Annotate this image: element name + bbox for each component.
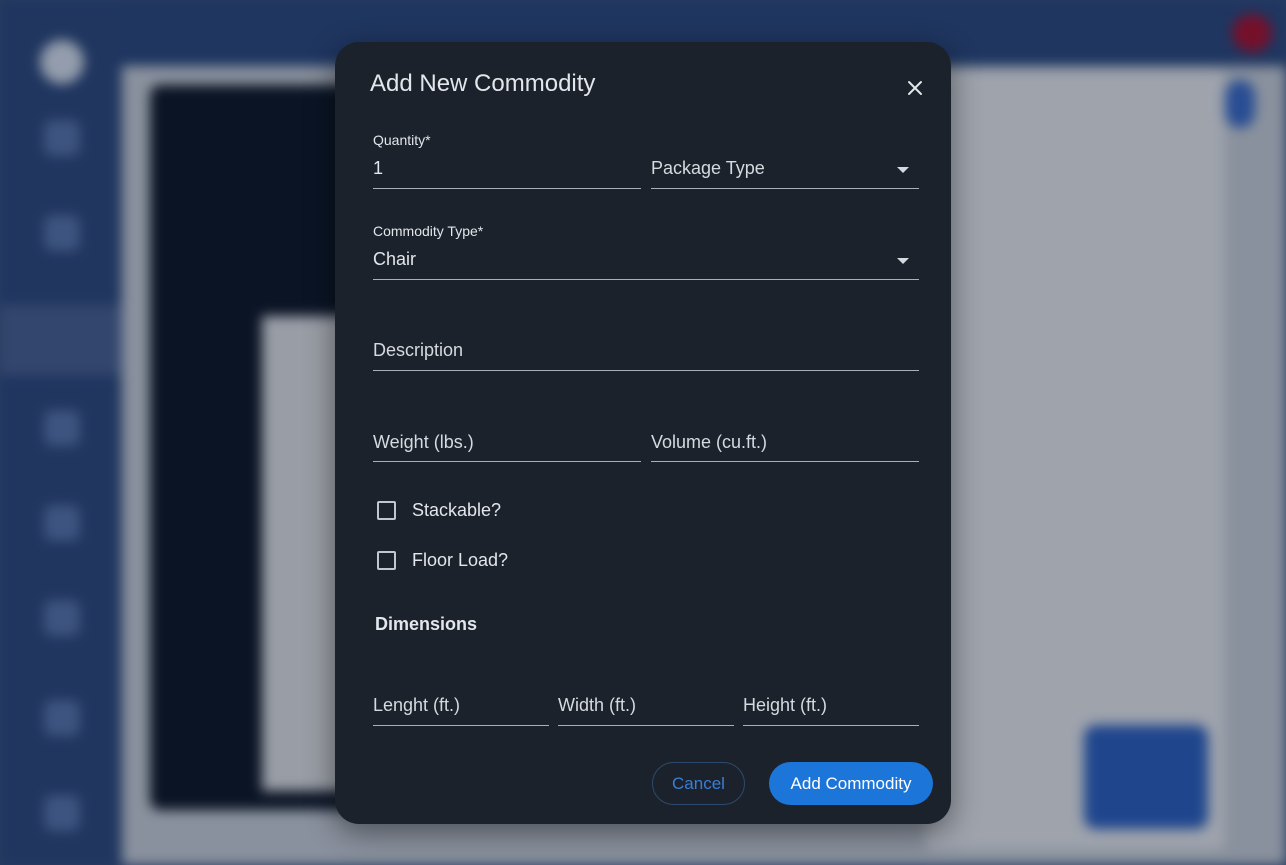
volume-field[interactable]: Volume (cu.ft.) bbox=[651, 403, 919, 462]
height-field[interactable]: Height (ft.) bbox=[743, 667, 919, 726]
description-placeholder: Description bbox=[373, 340, 464, 360]
add-commodity-dialog: Add New Commodity Quantity* 1 Package Ty… bbox=[335, 42, 951, 824]
length-placeholder: Lenght (ft.) bbox=[373, 695, 461, 715]
quantity-field[interactable]: Quantity* 1 bbox=[373, 130, 641, 189]
floor-load-row[interactable]: Floor Load? bbox=[377, 548, 508, 572]
chevron-down-icon bbox=[897, 167, 909, 173]
add-commodity-button[interactable]: Add Commodity bbox=[769, 762, 933, 805]
commodity-type-value: Chair bbox=[373, 249, 417, 269]
quantity-label: Quantity* bbox=[373, 132, 431, 148]
commodity-type-select[interactable]: Commodity Type* Chair bbox=[373, 221, 919, 280]
floor-load-label: Floor Load? bbox=[412, 549, 509, 570]
stackable-row[interactable]: Stackable? bbox=[377, 498, 501, 522]
dimensions-heading: Dimensions bbox=[375, 614, 478, 634]
weight-placeholder: Weight (lbs.) bbox=[373, 432, 474, 452]
width-field[interactable]: Width (ft.) bbox=[558, 667, 734, 726]
height-placeholder: Height (ft.) bbox=[743, 695, 828, 715]
stackable-label: Stackable? bbox=[412, 499, 502, 520]
commodity-type-label: Commodity Type* bbox=[373, 223, 484, 239]
dialog-title: Add New Commodity bbox=[370, 70, 596, 97]
close-icon bbox=[908, 81, 922, 95]
close-button[interactable] bbox=[901, 74, 929, 102]
weight-field[interactable]: Weight (lbs.) bbox=[373, 403, 641, 462]
quantity-input[interactable]: 1 bbox=[373, 158, 383, 179]
volume-placeholder: Volume (cu.ft.) bbox=[651, 432, 768, 452]
stackable-checkbox[interactable] bbox=[377, 500, 396, 520]
floor-load-checkbox[interactable] bbox=[377, 550, 396, 570]
description-field[interactable]: Description bbox=[373, 312, 919, 371]
chevron-down-icon bbox=[897, 258, 909, 264]
package-type-select[interactable]: Package Type bbox=[651, 130, 919, 189]
package-type-placeholder: Package Type bbox=[651, 158, 765, 178]
width-placeholder: Width (ft.) bbox=[558, 695, 637, 715]
length-field[interactable]: Lenght (ft.) bbox=[373, 667, 549, 726]
cancel-button[interactable]: Cancel bbox=[652, 762, 745, 805]
